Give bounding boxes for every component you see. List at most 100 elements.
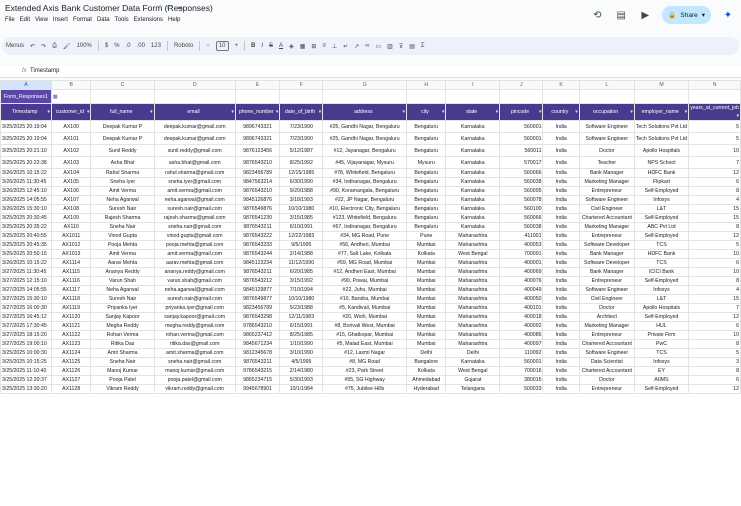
cell[interactable]: India <box>542 321 580 331</box>
cell[interactable]: 10 <box>688 267 741 277</box>
functions-icon[interactable]: Σ <box>421 43 425 49</box>
cell[interactable]: Infosys <box>633 357 690 367</box>
cell[interactable]: L&T <box>633 294 690 304</box>
cell[interactable]: megha.reddy@gmail.com <box>153 321 236 331</box>
cell[interactable]: Delhi <box>445 348 501 358</box>
percent-button[interactable]: % <box>114 43 119 49</box>
cell[interactable]: Neha Agarwal <box>90 195 155 205</box>
cell[interactable]: 9823456789 <box>234 168 281 178</box>
cell[interactable]: 8 <box>688 339 741 349</box>
cell[interactable]: Maharashtra <box>445 303 501 313</box>
cell[interactable]: Mumbai <box>405 285 447 295</box>
cell[interactable]: #55, SG Highway <box>322 375 407 385</box>
header-cell[interactable]: state ▾ <box>445 103 501 121</box>
cell[interactable]: #10, Electronic City, Bengaluru <box>322 204 407 214</box>
cell[interactable]: Civil Engineer <box>578 204 635 214</box>
cell[interactable]: Karnataka <box>445 357 501 367</box>
cell[interactable]: 5 <box>688 120 741 133</box>
chevron-down-icon[interactable]: ▾ <box>442 108 445 116</box>
cell[interactable]: Software Engineer <box>578 120 635 133</box>
column-header-f[interactable]: F <box>279 80 324 90</box>
empty-cell[interactable] <box>234 89 281 104</box>
cell[interactable]: 3/27/2025 17:30:45 <box>0 321 52 331</box>
cell[interactable]: sneha.nair@gmail.com <box>153 222 236 232</box>
wrap-icon[interactable]: ↵ <box>343 43 348 50</box>
cell[interactable]: AIIMS <box>633 375 690 385</box>
cell[interactable]: 12 <box>688 384 741 394</box>
cell[interactable]: 3/25/2025 20:40:55 <box>0 231 52 241</box>
cell[interactable]: India <box>542 168 580 178</box>
menu-item-help[interactable]: Help <box>168 17 180 23</box>
cell[interactable]: 15 <box>688 204 741 214</box>
text-color-icon[interactable]: A <box>279 43 283 49</box>
cell[interactable]: sanjay.kapoor@gmail.com <box>153 312 236 322</box>
cell[interactable]: 10/10/1980 <box>279 204 324 214</box>
cell[interactable]: India <box>542 156 580 169</box>
gemini-icon[interactable]: ✦ <box>721 10 735 21</box>
cell[interactable]: Maharashtra <box>445 240 501 250</box>
cell[interactable]: suresh.nair@gmail.com <box>153 294 236 304</box>
cell[interactable]: 400069 <box>499 267 544 277</box>
cell[interactable]: Rahul Sharma <box>90 168 155 178</box>
chevron-down-icon[interactable]: ▾ <box>630 108 633 116</box>
cell[interactable]: 9786543210 <box>234 321 281 331</box>
cell[interactable]: #25, Gandhi Nagar, Bengaluru <box>322 132 407 145</box>
menu-item-file[interactable]: File <box>5 17 15 23</box>
cell[interactable]: 9876543233 <box>234 240 281 250</box>
meet-icon[interactable]: ▶ <box>638 10 652 21</box>
cell[interactable]: India <box>542 144 580 157</box>
cell[interactable]: Bank Manager <box>578 267 635 277</box>
chart-icon[interactable]: ▥ <box>387 43 393 50</box>
cell[interactable]: India <box>542 375 580 385</box>
cell[interactable]: #8, MG Road <box>322 357 407 367</box>
cell[interactable]: 12/11/1983 <box>279 312 324 322</box>
cell[interactable]: Manoj Kumar <box>90 366 155 376</box>
cell[interactable]: varun.shah@gmail.com <box>153 276 236 286</box>
header-cell[interactable]: Timestamp ▾ <box>0 103 52 121</box>
cell[interactable]: #45, Vijayanagar, Mysuru <box>322 156 407 169</box>
cell[interactable]: India <box>542 177 580 187</box>
bold-button[interactable]: B <box>251 43 255 49</box>
empty-cell[interactable] <box>279 89 324 104</box>
cell[interactable]: 411001 <box>499 231 544 241</box>
cell[interactable]: vikram.reddy@gmail.com <box>153 384 236 394</box>
link-icon[interactable]: ∞ <box>365 43 369 49</box>
cell[interactable]: 5 <box>688 348 741 358</box>
cell[interactable]: Amit Verma <box>90 186 155 196</box>
cell[interactable]: Varun Shah <box>90 276 155 286</box>
cell[interactable]: 560066 <box>499 213 544 223</box>
cell[interactable]: Sanjay Kapoor <box>90 312 155 322</box>
cell[interactable]: Doctor <box>578 303 635 313</box>
cell[interactable]: AX106 <box>50 186 92 196</box>
cell[interactable]: 10 <box>688 144 741 157</box>
cell[interactable]: Gujarat <box>445 375 501 385</box>
cell[interactable]: 3/25/2025 20:45:35 <box>0 240 52 250</box>
cell[interactable]: 3/25/2025 20:30:45 <box>0 213 52 223</box>
cell[interactable]: Rajesh Sharma <box>90 213 155 223</box>
column-header-c[interactable]: C <box>90 80 155 90</box>
cell[interactable]: Chartered Accountant <box>578 213 635 223</box>
cell[interactable]: India <box>542 339 580 349</box>
cell[interactable]: Sneha Iyer <box>90 177 155 187</box>
cell[interactable]: 15 <box>688 294 741 304</box>
cell[interactable]: AX1012 <box>50 240 92 250</box>
cell[interactable]: PwC <box>633 339 690 349</box>
cell[interactable]: HUL <box>633 321 690 331</box>
cell[interactable]: 3/26/2025 10:15:22 <box>0 258 52 268</box>
cell[interactable]: 9896743321 <box>234 132 281 145</box>
cell[interactable]: 3/25/2025 12:20:37 <box>0 375 52 385</box>
cell[interactable]: Mumbai <box>405 321 447 331</box>
cell[interactable]: AX1013 <box>50 249 92 259</box>
cell[interactable]: Asha Bhat <box>90 156 155 169</box>
chevron-down-icon[interactable]: ▾ <box>539 108 542 116</box>
cell[interactable]: Mumbai <box>405 267 447 277</box>
cell[interactable]: 9945678901 <box>234 384 281 394</box>
cell[interactable]: Apollo Hospitals <box>633 144 690 157</box>
header-cell[interactable]: employer_name ▾ <box>633 103 690 121</box>
cell[interactable]: 3/27/2025 18:15:20 <box>0 330 52 340</box>
cell[interactable]: 9876549876 <box>234 204 281 214</box>
cell[interactable]: AX100 <box>50 120 92 133</box>
cell[interactable]: Ananya Reddy <box>90 267 155 277</box>
cell[interactable]: 560001 <box>499 120 544 133</box>
cell[interactable]: 8 <box>688 276 741 286</box>
